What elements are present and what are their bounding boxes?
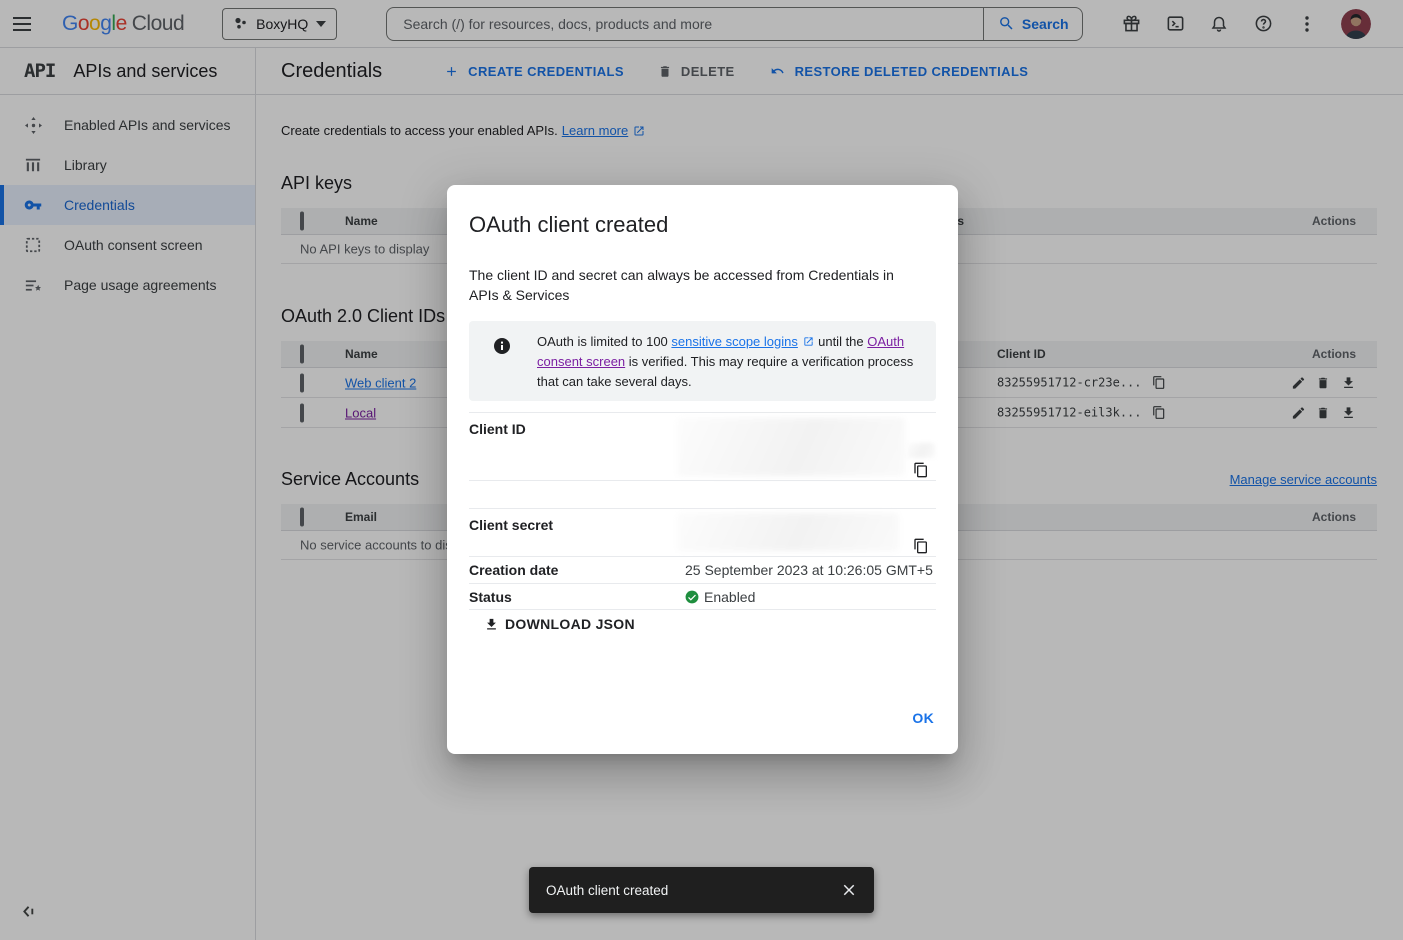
client-secret-label: Client secret bbox=[469, 517, 553, 533]
notice-mid: until the bbox=[815, 334, 868, 349]
client-secret-row: Client secret bbox=[469, 508, 936, 556]
info-icon bbox=[494, 338, 510, 354]
status-label: Status bbox=[469, 589, 512, 605]
creation-date-row: Creation date 25 September 2023 at 10:26… bbox=[469, 556, 936, 583]
dialog-title: OAuth client created bbox=[469, 212, 668, 238]
notice-text: OAuth is limited to 100 sensitive scope … bbox=[537, 332, 937, 392]
redacted-client-secret bbox=[677, 513, 899, 551]
ok-button[interactable]: OK bbox=[912, 710, 934, 726]
status-check-icon bbox=[685, 590, 699, 604]
creation-date-label: Creation date bbox=[469, 562, 558, 578]
external-link-icon bbox=[803, 336, 814, 347]
client-id-row: Client ID bbox=[469, 412, 936, 480]
verification-notice: OAuth is limited to 100 sensitive scope … bbox=[469, 321, 936, 401]
copy-icon[interactable] bbox=[913, 538, 929, 554]
download-icon bbox=[484, 617, 499, 632]
download-json-button[interactable]: DOWNLOAD JSON bbox=[484, 616, 635, 632]
redacted-client-id-fragment bbox=[907, 443, 935, 458]
client-details: Client ID Client secret Creation date 25… bbox=[469, 412, 936, 610]
snackbar-message: OAuth client created bbox=[546, 883, 840, 898]
download-json-label: DOWNLOAD JSON bbox=[505, 616, 635, 632]
creation-date-value: 25 September 2023 at 10:26:05 GMT+5 bbox=[685, 562, 933, 578]
snackbar: OAuth client created bbox=[529, 867, 874, 913]
dialog-subtitle: The client ID and secret can always be a… bbox=[469, 265, 914, 305]
oauth-client-created-dialog: OAuth client created The client ID and s… bbox=[447, 185, 958, 754]
notice-pre: OAuth is limited to 100 bbox=[537, 334, 671, 349]
spacer-row bbox=[469, 480, 936, 508]
redacted-client-id bbox=[677, 418, 905, 476]
status-value: Enabled bbox=[704, 589, 755, 605]
sensitive-scope-logins-link[interactable]: sensitive scope logins bbox=[671, 334, 797, 349]
copy-icon[interactable] bbox=[913, 462, 929, 478]
status-row: Status Enabled bbox=[469, 583, 936, 610]
client-id-label: Client ID bbox=[469, 421, 526, 437]
close-icon[interactable] bbox=[840, 881, 858, 899]
